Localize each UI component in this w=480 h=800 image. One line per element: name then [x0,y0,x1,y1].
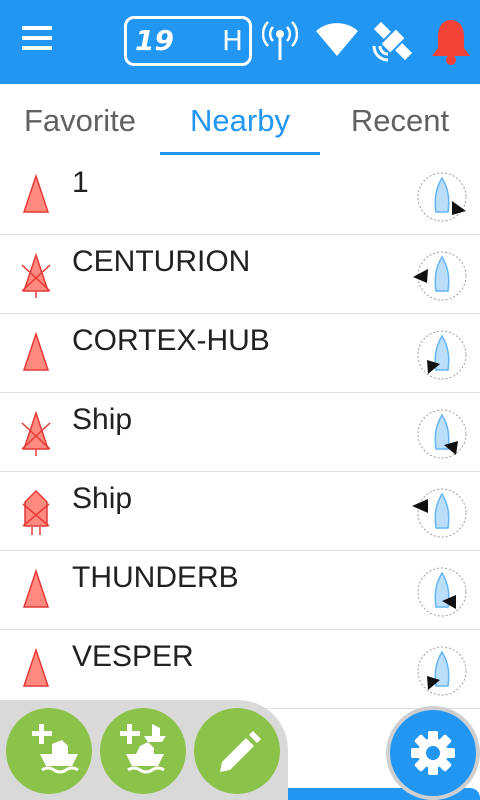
vessel-row[interactable]: Ship [0,393,480,472]
vessel-name: VESPER [72,640,194,673]
add-vessel-icon [32,724,79,774]
bearing-compass-icon [413,251,467,301]
bearing-compass-icon [417,409,467,459]
channel-selector[interactable]: 19 H [124,16,252,66]
add-group-vessel-button[interactable] [100,708,186,794]
menu-icon [22,26,62,50]
settings-gear-icon [411,731,455,775]
ais-vessel-triangle-icon [22,647,50,687]
vessel-row[interactable]: Ship [0,472,480,551]
vessel-name: CORTEX-HUB [72,324,270,357]
active-tab-indicator [160,152,320,155]
vessel-row[interactable]: CORTEX-HUB [0,314,480,393]
bearing-compass-icon [417,330,467,380]
vessel-name: CENTURION [72,245,251,278]
vessel-row[interactable]: 1 [0,156,480,235]
vessel-name: THUNDERB [72,561,239,594]
settings-button[interactable] [386,706,480,800]
add-vessel-button[interactable] [6,708,92,794]
antenna-icon[interactable] [262,18,298,64]
tab-recent[interactable]: Recent [320,84,480,158]
wifi-icon[interactable] [314,22,360,58]
bearing-compass-icon [417,172,467,222]
vessel-row[interactable]: CENTURION [0,235,480,314]
edit-pencil-icon [220,731,261,772]
vessel-name: 1 [72,166,89,199]
power-level: H [221,24,243,57]
ais-vessel-crossed-shaped-icon [22,489,50,535]
bearing-compass-icon [417,646,467,696]
vessel-row[interactable]: THUNDERB [0,551,480,630]
edit-button[interactable] [194,708,280,794]
action-tray [0,700,288,800]
tab-favorite[interactable]: Favorite [0,84,160,158]
ais-vessel-triangle-icon [22,331,50,371]
nearby-vessel-list: 1 CENTURION CORTEX-HUB Ship Ship THUNDER… [0,156,480,709]
contact-tabs: Favorite Nearby Recent [0,84,480,158]
vessel-row[interactable]: VESPER [0,630,480,709]
ais-vessel-crossed-icon [21,410,51,456]
bearing-compass-icon [412,488,467,538]
ais-vessel-triangle-icon [22,568,50,608]
vessel-name: Ship [72,403,133,436]
bearing-compass-icon [417,567,467,617]
menu-button[interactable] [22,26,62,56]
top-app-bar: 19 H [0,0,480,84]
ais-vessel-triangle-icon [22,173,50,213]
alarm-bell-icon[interactable] [428,16,474,66]
channel-number: 19 [135,24,174,57]
tab-nearby[interactable]: Nearby [160,84,320,158]
add-group-vessel-icon [120,724,166,774]
vessel-name: Ship [72,482,133,515]
ais-vessel-crossed-icon [21,252,51,298]
gps-satellite-icon[interactable] [368,16,418,66]
